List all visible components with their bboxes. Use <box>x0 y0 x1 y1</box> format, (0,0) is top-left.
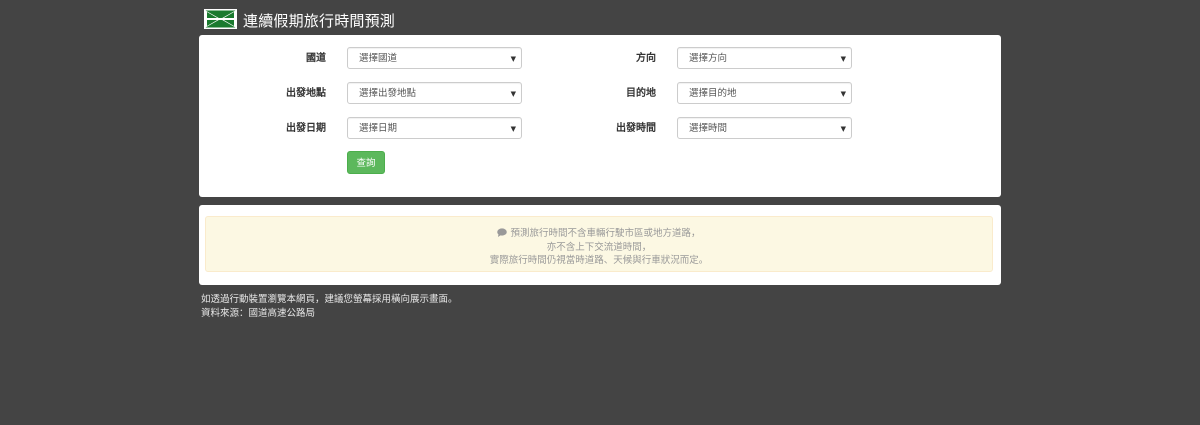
page-header: 連續假期旅行時間預測 <box>204 8 395 30</box>
notice-alert: 預測旅行時間不含車輛行駛市區或地方道路， 亦不含上下交流道時間， 實際旅行時間仍… <box>205 216 993 272</box>
comment-icon <box>497 228 508 237</box>
destination-label: 目的地 <box>626 88 656 99</box>
notice-text-1: 預測旅行時間不含車輛行駛市區或地方道路， <box>510 228 701 239</box>
departure-time-select-value: 選擇時間 <box>689 123 728 134</box>
chevron-down-icon: ▼ <box>510 90 516 98</box>
chevron-down-icon: ▼ <box>510 125 516 133</box>
direction-select-value: 選擇方向 <box>689 53 728 64</box>
destination-select[interactable]: 選擇目的地 ▼ <box>677 82 852 104</box>
chevron-down-icon: ▼ <box>510 55 516 63</box>
notice-line-3: 實際旅行時間仍視當時道路、天候與行車狀況而定。 <box>489 255 709 266</box>
departure-date-label: 出發日期 <box>286 123 326 134</box>
data-source-text: 資料來源：國道高速公路局 <box>201 308 316 319</box>
chevron-down-icon: ▼ <box>840 90 846 98</box>
search-button[interactable]: 查詢 <box>347 151 385 174</box>
footer: 如透過行動裝置瀏覽本網頁，建議您螢幕採用橫向展示畫面。 資料來源：國道高速公路局 <box>201 293 458 321</box>
page-title: 連續假期旅行時間預測 <box>243 11 396 30</box>
departure-date-select[interactable]: 選擇日期 ▼ <box>347 117 522 139</box>
destination-select-value: 選擇目的地 <box>689 88 737 99</box>
origin-label: 出發地點 <box>286 88 326 99</box>
chevron-down-icon: ▼ <box>840 55 846 63</box>
direction-label: 方向 <box>636 53 656 64</box>
origin-select-value: 選擇出發地點 <box>359 88 417 99</box>
chevron-down-icon: ▼ <box>840 125 846 133</box>
origin-select[interactable]: 選擇出發地點 ▼ <box>347 82 522 104</box>
search-form-panel: 國道 選擇國道 ▼ 方向 選擇方向 ▼ 出發地點 選擇出發地點 ▼ 目的地 選擇… <box>199 35 1001 197</box>
mobile-tip-text: 如透過行動裝置瀏覽本網頁，建議您螢幕採用橫向展示畫面。 <box>201 294 458 305</box>
departure-time-select[interactable]: 選擇時間 ▼ <box>677 117 852 139</box>
notice-panel: 預測旅行時間不含車輛行駛市區或地方道路， 亦不含上下交流道時間， 實際旅行時間仍… <box>199 205 1001 285</box>
notice-line-1: 預測旅行時間不含車輛行駛市區或地方道路， <box>206 227 992 241</box>
notice-line-2: 亦不含上下交流道時間， <box>546 241 652 253</box>
highway-logo-icon <box>204 9 237 29</box>
highway-select-value: 選擇國道 <box>359 53 398 64</box>
departure-time-label: 出發時間 <box>616 123 656 134</box>
departure-date-select-value: 選擇日期 <box>359 123 398 134</box>
highway-label: 國道 <box>306 53 326 64</box>
direction-select[interactable]: 選擇方向 ▼ <box>677 47 852 69</box>
highway-select[interactable]: 選擇國道 ▼ <box>347 47 522 69</box>
